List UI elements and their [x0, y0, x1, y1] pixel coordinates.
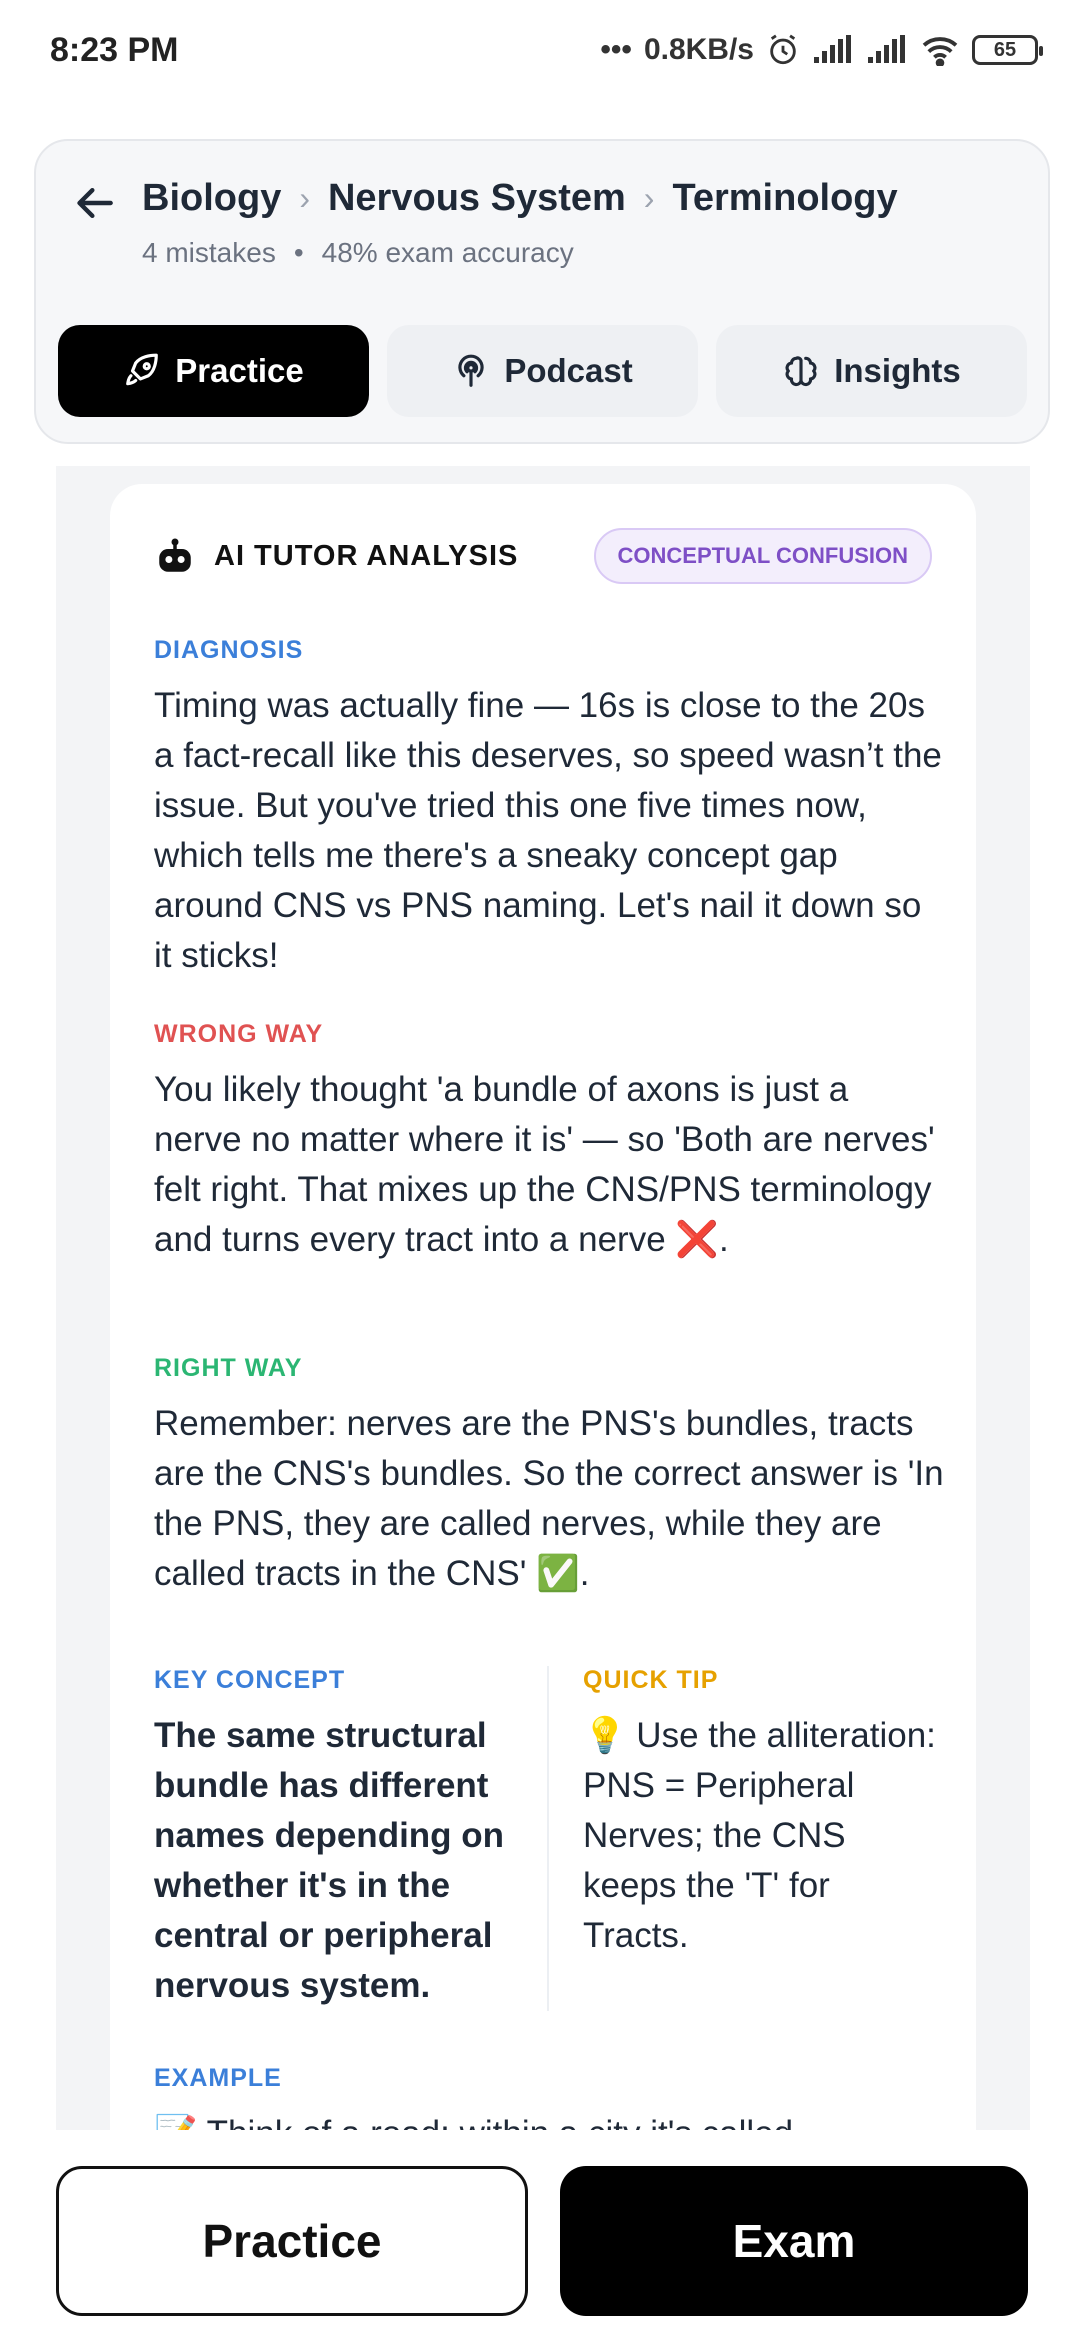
breadcrumb-subject[interactable]: Biology	[142, 177, 281, 220]
tab-podcast-label: Podcast	[504, 352, 633, 389]
tab-practice-label: Practice	[175, 352, 304, 389]
card-title: AI TUTOR ANALYSIS	[154, 536, 518, 576]
content-scroll-area[interactable]: AI TUTOR ANALYSIS CONCEPTUAL CONFUSION D…	[56, 466, 1030, 2130]
wrong-way-label: WRONG WAY	[154, 1020, 324, 1048]
card-header: AI TUTOR ANALYSIS CONCEPTUAL CONFUSION	[154, 528, 932, 584]
wifi-icon	[922, 37, 958, 66]
more-dots-icon: •••	[600, 33, 632, 66]
back-arrow-icon[interactable]	[74, 181, 118, 225]
breadcrumb: Biology › Nervous System › Terminology	[142, 177, 898, 220]
brain-icon	[785, 356, 817, 387]
alarm-icon	[770, 34, 796, 65]
diagnosis-label: DIAGNOSIS	[154, 636, 304, 664]
bottom-action-bar: Practice Exam	[0, 2130, 1080, 2340]
breadcrumb-topic[interactable]: Nervous System	[328, 177, 626, 220]
tab-insights[interactable]: Insights	[716, 325, 1027, 417]
confusion-badge: CONCEPTUAL CONFUSION	[593, 528, 932, 584]
network-speed: 0.8KB/s	[643, 33, 754, 66]
quick-tip-text: 💡 Use the alliteration: PNS = Peripheral…	[583, 1716, 936, 1955]
status-time: 8:23 PM	[50, 30, 179, 69]
breadcrumb-subtopic: Terminology	[672, 177, 898, 219]
wrong-way-text: You likely thought 'a bundle of axons is…	[154, 1070, 935, 1259]
ai-tutor-analysis-card: AI TUTOR ANALYSIS CONCEPTUAL CONFUSION D…	[110, 484, 976, 2130]
tab-insights-label: Insights	[834, 352, 961, 389]
battery-icon: 65	[972, 35, 1043, 65]
stats-line: 4 mistakes • 48% exam accuracy	[142, 237, 574, 269]
exam-button[interactable]: Exam	[560, 2166, 1028, 2316]
battery-level: 65	[993, 38, 1017, 61]
podcast-icon	[458, 354, 484, 387]
header-card: Biology › Nervous System › Terminology 4…	[34, 139, 1050, 444]
tab-podcast[interactable]: Podcast	[387, 325, 698, 417]
example-text: 📝 Think of a road: within a city it's ca…	[154, 2109, 944, 2130]
rocket-icon	[126, 353, 159, 386]
diagnosis-section: DIAGNOSIS Timing was actually fine — 16s…	[154, 636, 944, 981]
status-bar: 8:23 PM ••• 0.8KB/s 65	[0, 0, 1080, 100]
dot-separator: •	[293, 237, 304, 268]
wrong-way-section: WRONG WAY You likely thought 'a bundle o…	[154, 1020, 944, 1265]
right-way-label: RIGHT WAY	[154, 1354, 303, 1382]
diagnosis-text: Timing was actually fine — 16s is close …	[154, 686, 942, 975]
chevron-right-icon: ›	[643, 180, 655, 216]
exam-accuracy: 48% exam accuracy	[321, 237, 574, 268]
example-label: EXAMPLE	[154, 2064, 282, 2092]
signal-icon-2	[868, 35, 905, 63]
card-title-text: AI TUTOR ANALYSIS	[214, 539, 519, 572]
quick-tip-section: QUICK TIP 💡 Use the alliteration: PNS = …	[549, 1666, 944, 2011]
practice-button[interactable]: Practice	[56, 2166, 528, 2316]
status-icons: ••• 0.8KB/s 65	[600, 33, 1043, 67]
key-concept-label: KEY CONCEPT	[154, 1666, 346, 1694]
chevron-right-icon: ›	[299, 180, 310, 216]
mistakes-count: 4 mistakes	[142, 237, 276, 268]
tab-bar: Practice Podcast Insights	[58, 325, 1027, 417]
signal-icon	[814, 35, 851, 63]
example-section: EXAMPLE 📝 Think of a road: within a city…	[154, 2064, 944, 2130]
concept-tip-row: KEY CONCEPT The same structural bundle h…	[154, 1666, 944, 2011]
key-concept-text: The same structural bundle has different…	[154, 1716, 505, 2005]
robot-icon	[159, 538, 191, 572]
tab-practice[interactable]: Practice	[58, 325, 369, 417]
quick-tip-label: QUICK TIP	[583, 1666, 719, 1694]
right-way-text: Remember: nerves are the PNS's bundles, …	[154, 1404, 944, 1593]
right-way-section: RIGHT WAY Remember: nerves are the PNS's…	[154, 1354, 944, 1599]
key-concept-section: KEY CONCEPT The same structural bundle h…	[154, 1666, 549, 2011]
